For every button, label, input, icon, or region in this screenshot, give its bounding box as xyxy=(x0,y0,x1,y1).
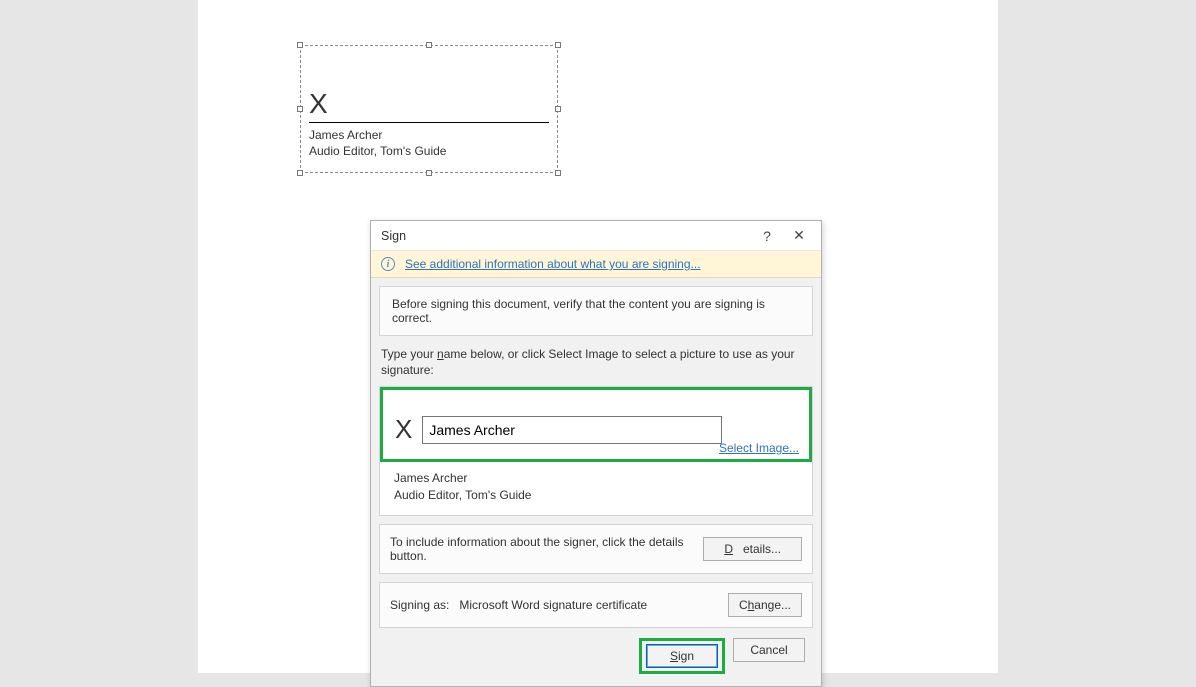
signature-entry-area: X Select Image... James Archer Audio Edi… xyxy=(379,386,813,515)
sign-button-highlight: Sign xyxy=(639,638,725,674)
verify-text: Before signing this document, verify tha… xyxy=(379,286,813,336)
resize-handle-e[interactable] xyxy=(555,106,561,112)
entry-signer-name: James Archer xyxy=(394,470,798,486)
dialog-titlebar[interactable]: Sign ? ✕ xyxy=(371,221,821,251)
dialog-help-button[interactable]: ? xyxy=(751,222,783,250)
entry-signer-title: Audio Editor, Tom's Guide xyxy=(394,487,798,503)
signature-signer-title: Audio Editor, Tom's Guide xyxy=(309,143,549,159)
signing-as-label: Signing as: xyxy=(390,598,449,612)
sign-button[interactable]: Sign xyxy=(646,644,718,668)
signing-as-row: Signing as: Microsoft Word signature cer… xyxy=(379,582,813,628)
signature-x-mark: X xyxy=(309,88,549,120)
resize-handle-w[interactable] xyxy=(297,106,303,112)
resize-handle-s[interactable] xyxy=(426,170,432,176)
sign-dialog: Sign ? ✕ i See additional information ab… xyxy=(370,220,822,687)
signing-as-value: Microsoft Word signature certificate xyxy=(459,598,718,612)
signature-rule-line xyxy=(309,122,549,123)
signature-line-object[interactable]: X James Archer Audio Editor, Tom's Guide xyxy=(300,45,558,173)
resize-handle-nw[interactable] xyxy=(297,42,303,48)
details-row: To include information about the signer,… xyxy=(379,524,813,574)
resize-handle-se[interactable] xyxy=(555,170,561,176)
change-button[interactable]: Change... xyxy=(728,593,802,617)
signature-signer-name: James Archer xyxy=(309,127,549,143)
resize-handle-sw[interactable] xyxy=(297,170,303,176)
dialog-info-bar: i See additional information about what … xyxy=(371,251,821,278)
resize-handle-n[interactable] xyxy=(426,42,432,48)
info-icon: i xyxy=(381,257,395,271)
dialog-title: Sign xyxy=(381,229,751,243)
signature-name-input[interactable] xyxy=(422,416,722,444)
details-text: To include information about the signer,… xyxy=(390,535,703,563)
type-name-instruction: Type your name below, or click Select Im… xyxy=(381,346,811,378)
details-button[interactable]: Details... xyxy=(703,537,802,561)
additional-info-link[interactable]: See additional information about what yo… xyxy=(405,257,701,271)
resize-handle-ne[interactable] xyxy=(555,42,561,48)
dialog-close-button[interactable]: ✕ xyxy=(783,222,815,250)
signature-entry-x-mark: X xyxy=(395,414,412,445)
select-image-link[interactable]: Select Image... xyxy=(719,441,799,455)
cancel-button[interactable]: Cancel xyxy=(733,638,805,662)
